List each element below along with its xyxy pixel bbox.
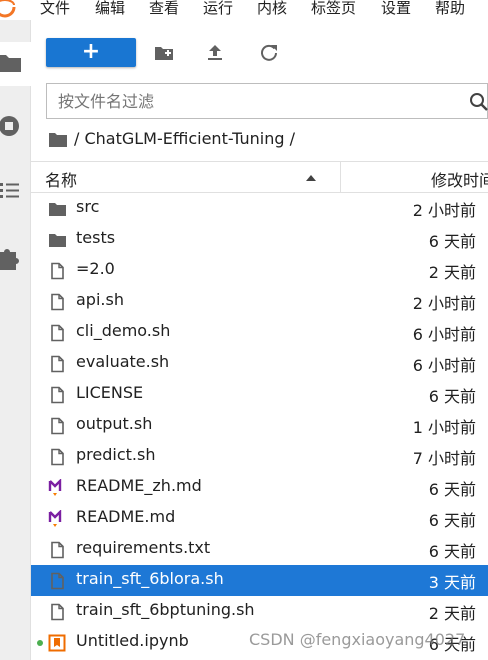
menu-settings[interactable]: 设置 [381,0,411,18]
jupyter-logo-icon [0,0,16,18]
menu-kernel[interactable]: 内核 [257,0,287,18]
file-modified: 6 天前 [428,511,476,530]
menu-file[interactable]: 文件 [40,0,70,18]
file-icon [51,262,64,280]
menu-tabs[interactable]: 标签页 [311,0,356,18]
running-indicator-icon [37,640,43,646]
file-modified: 2 天前 [428,604,476,623]
file-row[interactable]: =2.0 2 天前 [31,255,488,286]
file-name: tests [76,228,116,247]
new-folder-icon[interactable] [153,42,175,64]
file-row[interactable]: tests 6 天前 [31,224,488,255]
file-name: cli_demo.sh [76,321,171,340]
home-folder-icon[interactable] [49,132,67,147]
file-name: Untitled.ipynb [76,631,189,650]
file-modified: 6 小时前 [412,325,476,344]
file-name: train_sft_6blora.sh [76,569,224,588]
commands-tab[interactable] [0,170,31,210]
breadcrumb-path[interactable]: / ChatGLM-Efficient-Tuning / [74,129,295,148]
folder-icon [49,203,66,216]
file-name: requirements.txt [76,538,211,557]
listing-header: 名称 修改时间 [31,161,488,193]
file-name: README.md [76,507,176,526]
column-header-modified[interactable]: 修改时间 [431,167,488,191]
file-icon [51,324,64,342]
file-modified: 3 天前 [428,573,476,592]
folder-icon [0,55,21,72]
file-modified: 1 小时前 [412,418,476,437]
file-row[interactable]: README.md 6 天前 [31,503,488,534]
refresh-icon[interactable] [258,42,280,64]
file-browser-toolbar: + [31,20,488,82]
file-name: =2.0 [76,259,115,278]
file-row[interactable]: src 2 小时前 [31,193,488,224]
file-modified: 2 天前 [428,263,476,282]
file-row[interactable]: LICENSE 6 天前 [31,379,488,410]
file-row[interactable]: README_zh.md 6 天前 [31,472,488,503]
new-button-label: + [81,39,101,64]
running-tab[interactable] [0,106,31,146]
file-modified: 2 小时前 [412,294,476,313]
file-name: output.sh [76,414,153,433]
column-divider[interactable] [340,162,341,192]
file-icon [51,572,64,590]
markdown-icon [48,479,62,496]
list-icon [0,183,19,198]
search-icon[interactable] [469,92,488,112]
file-modified: 7 小时前 [412,449,476,468]
file-name: train_sft_6bptuning.sh [76,600,255,619]
file-icon [51,293,64,311]
file-icon [51,386,64,404]
file-name: README_zh.md [76,476,202,495]
file-modified: 6 天前 [428,542,476,561]
stop-circle-icon [0,116,19,136]
left-sidebar-tabs [0,20,31,660]
file-listing: src 2 小时前 tests 6 天前 =2.0 2 天前 api.sh 2 小时前 cli_… [31,193,488,660]
sort-ascending-icon[interactable] [305,174,317,182]
upload-icon[interactable] [204,42,226,64]
file-row[interactable]: cli_demo.sh 6 小时前 [31,317,488,348]
menu-view[interactable]: 查看 [149,0,179,18]
file-row[interactable]: requirements.txt 6 天前 [31,534,488,565]
file-modified: 2 小时前 [412,201,476,220]
file-icon [51,417,64,435]
file-modified: 6 天前 [428,232,476,251]
menu-bar: 文件 编辑 查看 运行 内核 标签页 设置 帮助 [0,0,488,20]
watermark: CSDN @fengxiaoyang4027 [249,630,466,649]
file-modified: 6 小时前 [412,356,476,375]
file-row[interactable]: train_sft_6bptuning.sh 2 天前 [31,596,488,627]
file-name: src [76,197,100,216]
file-name: predict.sh [76,445,156,464]
file-row[interactable]: api.sh 2 小时前 [31,286,488,317]
puzzle-icon [0,249,19,270]
markdown-icon [48,510,62,527]
file-icon [51,355,64,373]
file-browser-tab[interactable] [0,42,31,82]
file-row[interactable]: output.sh 1 小时前 [31,410,488,441]
file-icon [51,603,64,621]
file-filter-box [46,83,488,119]
file-modified: 6 天前 [428,480,476,499]
menu-edit[interactable]: 编辑 [95,0,125,18]
file-row[interactable]: predict.sh 7 小时前 [31,441,488,472]
file-icon [51,541,64,559]
file-name: LICENSE [76,383,144,402]
extensions-tab[interactable] [0,238,31,278]
new-launcher-button[interactable]: + [46,38,136,67]
menu-run[interactable]: 运行 [203,0,233,18]
column-header-name[interactable]: 名称 [45,167,77,191]
file-modified: 6 天前 [428,387,476,406]
file-row[interactable]: train_sft_6blora.sh 3 天前 [31,565,488,596]
file-name: evaluate.sh [76,352,170,371]
notebook-icon [48,634,66,652]
folder-icon [49,234,66,247]
file-row[interactable]: evaluate.sh 6 小时前 [31,348,488,379]
menu-help[interactable]: 帮助 [435,0,465,18]
file-icon [51,448,64,466]
file-name: api.sh [76,290,124,309]
filter-input[interactable] [58,89,458,113]
